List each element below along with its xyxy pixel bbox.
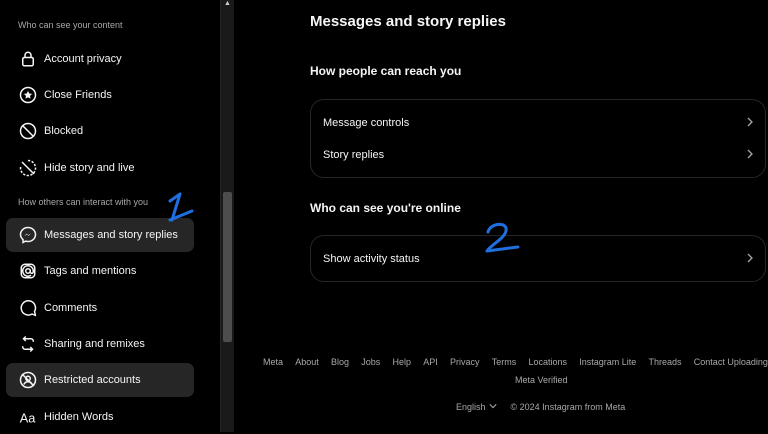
sidebar-item-label: Comments	[44, 302, 98, 314]
footer-link-about[interactable]: About	[295, 357, 319, 367]
at-sign-icon	[8, 262, 48, 280]
restricted-icon	[8, 371, 48, 389]
hidden-words-icon: Aa	[8, 408, 48, 426]
scroll-up-arrow-icon[interactable]: ▲	[224, 0, 231, 7]
row-label: Message controls	[323, 117, 410, 129]
sidebar-item-label: Tags and mentions	[44, 265, 137, 277]
sidebar-item-label: Hidden Words	[44, 411, 114, 423]
footer-link-help[interactable]: Help	[393, 357, 412, 367]
footer-link-privacy[interactable]: Privacy	[450, 357, 480, 367]
sidebar-scrollbar[interactable]: ▲	[221, 0, 234, 432]
star-circle-icon	[8, 86, 48, 104]
section-title-how-others: How others can interact with you	[18, 197, 149, 207]
message-controls-row[interactable]: Message controls	[323, 114, 755, 132]
sidebar-item-close-friends[interactable]: Close Friends	[6, 78, 194, 112]
sidebar-item-hide-story[interactable]: Hide story and live	[6, 151, 194, 185]
footer-links: Meta About Blog Jobs Help API Privacy Te…	[263, 357, 768, 367]
chevron-right-icon	[745, 149, 755, 162]
section-title-reach: How people can reach you	[310, 64, 462, 78]
footer-link-meta[interactable]: Meta	[263, 357, 283, 367]
sidebar-item-hidden-words[interactable]: Aa Hidden Words	[6, 400, 194, 434]
comment-icon	[8, 299, 48, 317]
main-content: Messages and story replies How people ca…	[235, 0, 768, 432]
footer-link-instagram-lite[interactable]: Instagram Lite	[579, 357, 636, 367]
chevron-down-icon	[488, 402, 497, 412]
footer-link-blog[interactable]: Blog	[331, 357, 349, 367]
sidebar-item-label: Account privacy	[44, 53, 122, 65]
hide-story-icon	[8, 159, 48, 177]
footer-link-contact-uploading[interactable]: Contact Uploading	[694, 357, 768, 367]
chevron-right-icon	[745, 117, 755, 130]
sidebar-item-label: Close Friends	[44, 89, 112, 101]
chevron-right-icon	[745, 253, 755, 266]
annotation-number-1	[168, 192, 194, 222]
annotation-number-2	[485, 222, 520, 253]
section-title-who-can-see: Who can see your content	[18, 20, 123, 30]
footer-link-threads[interactable]: Threads	[649, 357, 682, 367]
language-label: English	[456, 402, 486, 412]
copyright-text: © 2024 Instagram from Meta	[510, 402, 626, 412]
section-title-online: Who can see you're online	[310, 201, 461, 215]
repost-icon	[8, 335, 48, 353]
blocked-icon	[8, 122, 48, 140]
row-label: Story replies	[323, 149, 385, 161]
sidebar-item-blocked[interactable]: Blocked	[6, 114, 194, 148]
footer-link-locations[interactable]: Locations	[529, 357, 568, 367]
reach-settings-card: Message controls Story replies	[310, 99, 766, 178]
show-activity-status-row[interactable]: Show activity status	[323, 250, 755, 268]
sidebar-item-sharing-remixes[interactable]: Sharing and remixes	[6, 327, 194, 361]
footer-link-api[interactable]: API	[423, 357, 438, 367]
page-title: Messages and story replies	[310, 13, 506, 30]
language-selector[interactable]: English	[456, 402, 497, 412]
row-label: Show activity status	[323, 253, 420, 265]
lock-icon	[8, 50, 48, 68]
sidebar-item-account-privacy[interactable]: Account privacy	[6, 42, 194, 76]
sidebar-item-comments[interactable]: Comments	[6, 291, 194, 325]
scrollbar-thumb[interactable]	[223, 192, 232, 342]
sidebar-item-restricted-accounts[interactable]: Restricted accounts	[6, 363, 194, 397]
story-replies-row[interactable]: Story replies	[323, 146, 755, 164]
footer-link-meta-verified[interactable]: Meta Verified	[515, 375, 568, 385]
sidebar-item-label: Messages and story replies	[44, 229, 178, 241]
online-settings-card: Show activity status	[310, 235, 766, 282]
sidebar-item-label: Hide story and live	[44, 162, 135, 174]
messenger-icon	[8, 226, 48, 244]
sidebar-item-label: Sharing and remixes	[44, 338, 145, 350]
sidebar-item-label: Restricted accounts	[44, 374, 141, 386]
sidebar-item-label: Blocked	[44, 125, 84, 137]
footer-link-jobs[interactable]: Jobs	[361, 357, 380, 367]
svg-text:Aa: Aa	[20, 410, 37, 425]
sidebar-item-tags-mentions[interactable]: Tags and mentions	[6, 254, 194, 288]
footer-link-terms[interactable]: Terms	[492, 357, 517, 367]
footer-bottom: English © 2024 Instagram from Meta	[456, 402, 625, 412]
